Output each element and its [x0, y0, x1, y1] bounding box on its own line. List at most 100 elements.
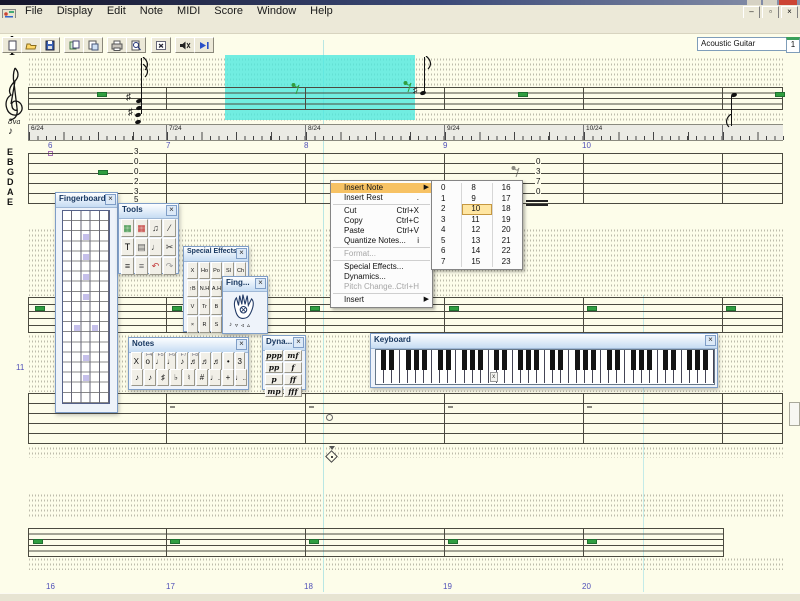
new-button[interactable] [2, 37, 22, 53]
tab-staff[interactable] [28, 393, 783, 444]
context-menu-item[interactable]: Insert Note▶ [331, 183, 432, 193]
close-icon[interactable]: × [236, 248, 247, 259]
special-effect-button[interactable]: Po [211, 262, 222, 279]
note-modifier-button[interactable]: ♭ [170, 369, 182, 386]
special-effect-button[interactable]: × [187, 316, 198, 333]
midi-mute-button[interactable] [175, 37, 195, 53]
dynamic-button-mf[interactable]: mf [284, 350, 302, 361]
special-effect-button[interactable]: R [199, 316, 210, 333]
context-menu-item[interactable]: Format... [331, 249, 432, 259]
submenu-item[interactable]: 19 [493, 215, 522, 226]
fingering-symbol[interactable]: ▵ [247, 322, 250, 329]
submenu-item[interactable]: 11 [462, 215, 491, 226]
piano-black-key[interactable] [422, 350, 427, 370]
note-duration-button[interactable]: • [223, 352, 234, 370]
close-icon[interactable]: × [166, 205, 177, 216]
tab-number[interactable]: 3 [535, 168, 541, 176]
note-modifier-button[interactable]: # [196, 369, 208, 386]
tools-button-undo[interactable]: ↶ [149, 257, 162, 275]
fingerboard-grid[interactable] [62, 210, 110, 404]
special-effect-button[interactable]: S [211, 316, 222, 333]
dynamic-button-p[interactable]: p [265, 374, 283, 385]
piano-black-key[interactable] [446, 350, 451, 370]
note-modifier-button[interactable]: ♪ [131, 369, 143, 386]
submenu-item[interactable]: 9 [462, 194, 491, 205]
special-effect-button[interactable]: ↑B [187, 280, 198, 297]
piano-black-key[interactable] [558, 350, 563, 370]
tab-number[interactable]: 0 [133, 168, 139, 176]
menu-score[interactable]: Score [207, 5, 250, 18]
tools-title-bar[interactable]: Tools× [119, 204, 178, 219]
special-effect-button[interactable]: A.H [211, 280, 222, 297]
menu-bar[interactable]: FileDisplayEditNoteMIDIScoreWindowHelp –… [0, 5, 800, 18]
tools-button-chord-build[interactable]: ▦ [121, 219, 134, 237]
print-preview-button[interactable] [126, 37, 146, 53]
open-button[interactable] [21, 37, 41, 53]
menu-edit[interactable]: Edit [100, 5, 133, 18]
tools-button-redo[interactable]: ↷ [163, 257, 176, 275]
piano-black-key[interactable] [389, 350, 394, 370]
piano-black-key[interactable] [526, 350, 531, 370]
note-modifier-button[interactable]: ♪ [144, 369, 156, 386]
context-menu-item[interactable]: Quantize Notes...i [331, 236, 432, 246]
piano-black-key[interactable] [518, 350, 523, 370]
fingering-symbol[interactable]: ♪ [229, 322, 232, 329]
menu-midi[interactable]: MIDI [170, 5, 207, 18]
submenu-item[interactable]: 15 [462, 257, 491, 268]
piano-black-key[interactable] [647, 350, 652, 370]
tab-number[interactable]: 0 [133, 158, 139, 166]
note-duration-button[interactable]: ♬ [200, 352, 211, 370]
submenu-item[interactable]: 13 [462, 236, 491, 247]
context-menu-item[interactable]: Insert▶ [331, 295, 432, 305]
note-duration-button[interactable]: ♬F8 [189, 352, 200, 370]
hand-icon[interactable] [231, 292, 257, 326]
menu-window[interactable]: Window [250, 5, 303, 18]
submenu-item[interactable]: 18 [493, 204, 522, 215]
tab-number[interactable]: 2 [133, 178, 139, 186]
vertical-scrollbar-thumb[interactable] [789, 402, 800, 426]
special-effect-button[interactable]: N.H [199, 280, 210, 297]
dynamics-title-bar[interactable]: Dyna...× [263, 336, 305, 351]
piano-black-key[interactable] [462, 350, 467, 370]
note-duration-button[interactable]: oF4 [143, 352, 154, 370]
menu-note[interactable]: Note [133, 5, 170, 18]
special-effect-button[interactable]: V [187, 298, 198, 315]
tab-number[interactable]: 7 [535, 178, 541, 186]
note-duration-button[interactable]: 3 [235, 352, 246, 370]
piano-black-key[interactable] [502, 350, 507, 370]
tools-button-note[interactable]: ♩ [149, 238, 162, 256]
submenu-item[interactable]: 4 [432, 225, 461, 236]
submenu-item[interactable]: 20 [493, 225, 522, 236]
piano-keys[interactable]: x [375, 349, 715, 385]
keyboard-title-bar[interactable]: Keyboard× [371, 334, 717, 349]
menu-help[interactable]: Help [303, 5, 340, 18]
context-menu-item[interactable]: PasteCtrl+V [331, 226, 432, 236]
tab-number[interactable]: 0 [535, 188, 541, 196]
dynamic-button-mp[interactable]: mp [265, 386, 283, 397]
menu-file[interactable]: File [18, 5, 50, 18]
piano-black-key[interactable] [615, 350, 620, 370]
submenu-item[interactable]: 22 [493, 246, 522, 257]
tab-number[interactable]: 3 [133, 148, 139, 156]
special-effects-title-bar[interactable]: Special Effects× [184, 247, 248, 262]
tools-button-chord-delete[interactable]: ▦ [135, 219, 148, 237]
measure-ruler[interactable]: 6/247/248/249/2410/24 [28, 124, 783, 141]
copy-picture-button[interactable] [64, 37, 84, 53]
dynamic-button-ff[interactable]: ff [284, 374, 302, 385]
tools-button-scissors[interactable]: ✂ [163, 238, 176, 256]
submenu-item[interactable]: 6 [432, 246, 461, 257]
tools-button-barre-1[interactable]: ≡ [121, 257, 134, 275]
submenu-item[interactable]: 10 [462, 204, 491, 215]
dynamics-palette[interactable]: Dyna...× pppmfppfpffmpfff [262, 335, 306, 390]
submenu-item[interactable]: 7 [432, 257, 461, 268]
dynamic-button-pp[interactable]: pp [265, 362, 283, 373]
piano-black-key[interactable] [406, 350, 411, 370]
tools-button-chart[interactable]: ▤ [135, 238, 148, 256]
piano-black-key[interactable] [671, 350, 676, 370]
tools-button-note-pair[interactable]: ♫ [149, 219, 162, 237]
dynamic-button-fff[interactable]: fff [284, 386, 302, 397]
note-duration-button[interactable]: ♩F6 [166, 352, 177, 370]
fingerboard-palette[interactable]: Fingerboard× [55, 192, 118, 413]
note-duration-button[interactable]: ♪F7 [177, 352, 188, 370]
context-menu-item[interactable]: Dynamics... [331, 272, 432, 282]
